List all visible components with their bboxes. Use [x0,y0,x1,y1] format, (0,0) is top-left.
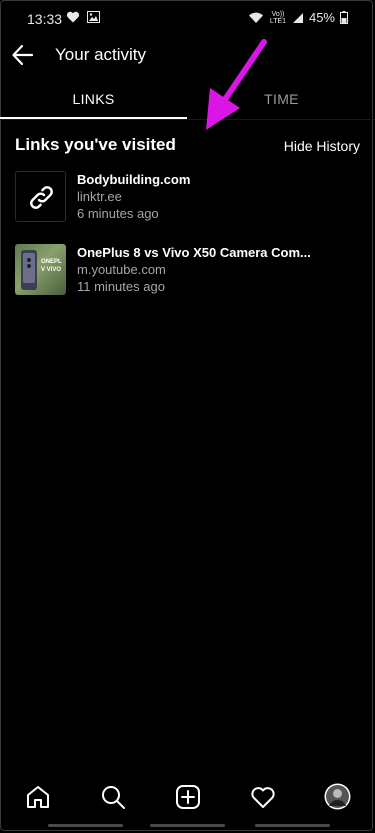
video-thumbnail: ONEPL V VIVO [15,244,66,295]
page-title: Your activity [55,45,147,64]
home-icon[interactable] [25,784,51,810]
status-time: 13:33 [27,11,63,27]
status-right: Vo)) LTE1 45% [248,10,348,25]
item-domain: m.youtube.com [77,262,166,277]
wifi-icon [248,12,263,23]
network-label: Vo)) LTE1 [269,10,287,25]
thumbnail-text: ONEPL V VIVO [41,259,62,273]
item-time: 6 minutes ago [77,206,159,221]
tab-bar: LINKS TIME [0,80,375,120]
item-time: 11 minutes ago [77,279,165,294]
signal-icon [292,12,303,23]
heart-icon [66,11,80,23]
status-bar: 13:33 Vo)) LTE1 45% [0,0,375,36]
tab-links[interactable]: LINKS [0,80,187,118]
item-text: OnePlus 8 vs Vivo X50 Camera Com... m.yo… [77,244,311,295]
add-icon[interactable] [175,784,201,810]
annotation-arrow [206,39,267,130]
image-icon [87,11,100,23]
bottom-nav [0,778,375,818]
item-text: Bodybuilding.com linktr.ee 6 minutes ago [77,171,190,222]
tab-divider [0,119,375,120]
back-arrow-icon[interactable] [10,41,38,69]
battery-icon [340,11,348,24]
link-thumbnail [15,171,66,222]
app-header: Your activity [0,36,375,82]
gesture-bar-center [150,824,225,827]
gesture-bar-right [255,824,330,827]
heart-icon[interactable] [250,784,276,810]
battery-percent: 45% [308,10,335,25]
item-title: OnePlus 8 vs Vivo X50 Camera Com... [77,245,311,260]
hide-history-button[interactable]: Hide History [284,138,360,154]
link-icon [30,186,53,209]
list-item[interactable]: ONEPL V VIVO OnePlus 8 vs Vivo X50 Camer… [15,244,360,298]
section-title: Links you've visited [15,135,176,154]
profile-avatar[interactable] [324,783,351,810]
search-icon[interactable] [100,784,126,810]
gesture-bar-left [48,824,123,827]
item-title: Bodybuilding.com [77,172,191,187]
screen-frame [0,0,373,831]
status-left-icons [66,11,100,23]
list-item[interactable]: Bodybuilding.com linktr.ee 6 minutes ago [15,171,360,225]
item-domain: linktr.ee [77,189,122,204]
